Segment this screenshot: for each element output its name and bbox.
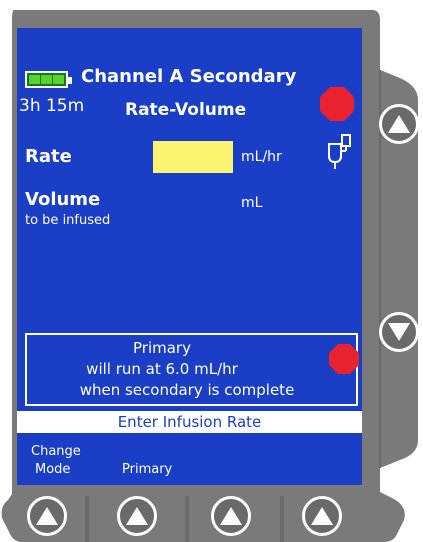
volume-unit: mL bbox=[241, 195, 263, 211]
softkey-2-button[interactable] bbox=[117, 496, 157, 536]
softkey-change-mode-line2: Mode bbox=[35, 462, 71, 477]
softkey-change-mode-line1: Change bbox=[31, 444, 81, 459]
rate-input[interactable] bbox=[153, 141, 233, 173]
rate-unit: mL/hr bbox=[241, 149, 282, 165]
rate-label: Rate bbox=[25, 146, 72, 167]
volume-sublabel: to be infused bbox=[25, 213, 111, 228]
scroll-up-button[interactable] bbox=[379, 104, 419, 144]
mode-title: Rate-Volume bbox=[125, 100, 247, 120]
primary-notice-line1: Primary bbox=[133, 339, 191, 357]
arrow-up-icon bbox=[36, 507, 58, 525]
softkey-3-button[interactable] bbox=[211, 496, 251, 536]
primary-notice-line2: will run at 6.0 mL/hr bbox=[86, 360, 238, 378]
arrow-up-icon bbox=[311, 507, 333, 525]
scroll-down-button[interactable] bbox=[379, 312, 419, 352]
channel-title: Channel A Secondary bbox=[81, 66, 297, 87]
battery-time: 3h 15m bbox=[19, 96, 85, 116]
stop-icon[interactable] bbox=[319, 86, 355, 122]
arrow-up-icon bbox=[388, 115, 410, 133]
primary-notice-line3: when secondary is complete bbox=[79, 381, 295, 399]
softkey-4-button[interactable] bbox=[302, 496, 342, 536]
arrow-up-icon bbox=[126, 507, 148, 525]
display-screen: Channel A Secondary 3h 15m Rate-Volume R… bbox=[17, 28, 362, 485]
battery-icon bbox=[25, 71, 72, 88]
prompt-bar: Enter Infusion Rate bbox=[17, 411, 362, 433]
volume-label: Volume bbox=[25, 189, 101, 210]
primary-stop-icon[interactable] bbox=[328, 343, 360, 375]
primary-notice: Primary will run at 6.0 mL/hr when secon… bbox=[25, 333, 358, 406]
arrow-up-icon bbox=[220, 507, 242, 525]
softkey-primary-label: Primary bbox=[122, 462, 173, 477]
iv-bag-icon bbox=[328, 134, 351, 169]
softkey-1-button[interactable] bbox=[27, 496, 67, 536]
arrow-down-icon bbox=[388, 323, 410, 341]
